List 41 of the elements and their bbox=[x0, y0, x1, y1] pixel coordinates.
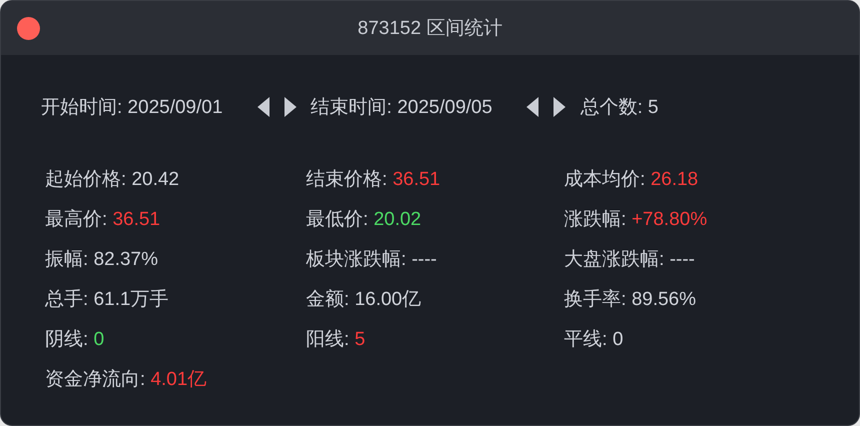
next-button[interactable] bbox=[553, 97, 566, 117]
stat-value: 20.02 bbox=[374, 209, 422, 231]
stat-value: 61.1万手 bbox=[94, 288, 169, 312]
stat-label: 涨跌幅: bbox=[564, 208, 628, 232]
stat-label: 起始价格: bbox=[45, 168, 128, 192]
stat-value: ---- bbox=[412, 249, 437, 271]
stat-label: 结束价格: bbox=[306, 168, 388, 192]
stat-label: 板块涨跌幅: bbox=[306, 248, 408, 272]
stat-label: 平线: bbox=[564, 328, 608, 352]
stat-label: 资金净流向: bbox=[45, 368, 146, 392]
stat-value: 20.42 bbox=[132, 169, 180, 191]
stat-value: 0 bbox=[612, 329, 624, 351]
stat-value: 4.01亿 bbox=[150, 368, 207, 392]
close-button[interactable] bbox=[17, 17, 40, 40]
end-time-label: 结束时间: 2025/09/05 bbox=[310, 96, 492, 120]
start-time-label: 开始时间: 2025/09/01 bbox=[41, 96, 223, 120]
stat-value: 16.00亿 bbox=[354, 288, 422, 312]
total-count-label: 总个数: 5 bbox=[580, 96, 658, 120]
stat-value: 36.51 bbox=[112, 209, 160, 231]
stat-value: 89.56% bbox=[632, 289, 696, 311]
stat-label: 阴线: bbox=[45, 328, 90, 352]
previous-button[interactable] bbox=[256, 97, 270, 117]
next-button[interactable] bbox=[284, 97, 297, 117]
stat-label: 换手率: bbox=[564, 288, 628, 312]
stat-label: 最高价: bbox=[45, 208, 108, 232]
window-title: 873152 区间统计 bbox=[358, 17, 502, 41]
stat-label: 成本均价: bbox=[564, 168, 646, 192]
stat-value: +78.80% bbox=[632, 209, 708, 231]
stat-value: 0 bbox=[94, 329, 104, 351]
stat-value: 82.37% bbox=[94, 249, 158, 271]
stat-value: ---- bbox=[670, 249, 695, 271]
stat-value: 26.18 bbox=[650, 169, 698, 191]
previous-button[interactable] bbox=[526, 97, 540, 117]
stat-label: 金额: bbox=[306, 288, 350, 312]
stat-label: 最低价: bbox=[306, 208, 370, 232]
stat-value: 5 bbox=[354, 329, 366, 351]
stat-label: 阳线: bbox=[306, 328, 350, 352]
stat-value: 36.51 bbox=[392, 169, 440, 191]
stat-label: 总手: bbox=[45, 288, 90, 312]
stat-label: 振幅: bbox=[45, 248, 90, 272]
stat-label: 大盘涨跌幅: bbox=[564, 248, 666, 272]
